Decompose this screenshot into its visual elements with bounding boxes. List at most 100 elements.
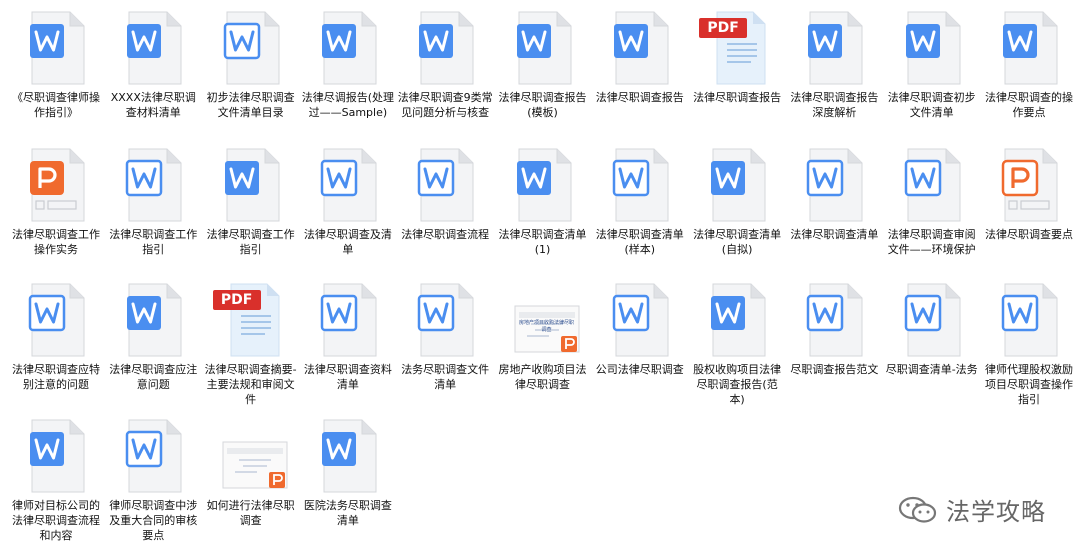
- file-grid: 《尽职调查律师操作指引》 XXXX法律尽职调查材料清单 初步法律尽职调查文件清单…: [0, 0, 1080, 555]
- wps-writer-outline-icon: [804, 147, 864, 223]
- file-item[interactable]: 法律尽职调查工作操作实务: [8, 147, 104, 287]
- wps-writer-icon: [123, 10, 183, 86]
- wps-writer-icon: [26, 418, 86, 494]
- file-item[interactable]: 律师代理股权激励项目尽职调查操作指引: [981, 282, 1077, 422]
- file-label: 法律尽职调查摘要-主要法规和审阅文件: [204, 363, 297, 406]
- file-item[interactable]: PDF 法律尽职调查报告: [689, 10, 785, 150]
- file-item[interactable]: 法律尽职调查应特别注意的问题: [8, 282, 104, 422]
- pdf-icon: PDF: [212, 282, 281, 358]
- file-item[interactable]: 法律尽职调查流程: [397, 147, 493, 287]
- wps-writer-outline-icon: [902, 147, 962, 223]
- wps-writer-outline-icon: [610, 147, 670, 223]
- wps-writer-icon: [415, 10, 475, 86]
- wps-writer-outline-icon: [123, 418, 183, 494]
- file-item[interactable]: 律师尽职调查中涉及重大合同的审核要点: [105, 418, 201, 558]
- wps-writer-outline-icon: [26, 282, 86, 358]
- file-label: 律师尽职调查中涉及重大合同的审核要点: [109, 499, 198, 542]
- file-item[interactable]: XXXX法律尽职调查材料清单: [105, 10, 201, 150]
- pdf-icon: PDF: [699, 10, 767, 86]
- wps-writer-outline-icon: [415, 282, 475, 358]
- wps-writer-icon: [610, 10, 670, 86]
- file-label: 法律尽职调查要点: [985, 228, 1073, 241]
- watermark: 法学攻略: [898, 492, 1046, 527]
- wps-writer-icon: [707, 147, 767, 223]
- file-item[interactable]: 公司法律尽职调查: [592, 282, 688, 422]
- file-label: 如何进行法律尽职调查: [206, 499, 295, 527]
- file-label: 法律尽职调查及清单: [303, 228, 392, 256]
- file-label: 医院法务尽职调查清单: [303, 499, 392, 527]
- file-label: 法律尽职调查工作指引: [206, 228, 295, 256]
- wps-writer-outline-icon: [221, 10, 281, 86]
- file-item[interactable]: 法律尽职调查清单(样本): [592, 147, 688, 287]
- wps-writer-outline-icon: [318, 147, 378, 223]
- wps-writer-outline-icon: [415, 147, 475, 223]
- file-item[interactable]: 法律尽职调查清单: [786, 147, 882, 287]
- ppt-thumbnail-icon: [221, 418, 288, 494]
- file-label: 法律尽职调查的操作要点: [985, 91, 1073, 119]
- wps-writer-icon: [804, 10, 864, 86]
- wps-writer-icon: [902, 10, 962, 86]
- file-item[interactable]: 法律尽职调查的操作要点: [981, 10, 1077, 150]
- wps-writer-icon: [26, 10, 86, 86]
- file-label: 尽职调查报告范文: [790, 363, 879, 376]
- file-item[interactable]: 法律尽职调查要点: [981, 147, 1077, 287]
- file-label: 法律尽职调查清单(1): [498, 228, 587, 256]
- file-item[interactable]: 尽职调查清单-法务: [884, 282, 980, 422]
- file-item[interactable]: 法律尽职调查工作指引: [105, 147, 201, 287]
- file-label: 尽职调查清单-法务: [885, 363, 978, 376]
- file-item[interactable]: 法律尽职调查应注意问题: [105, 282, 201, 422]
- file-item[interactable]: 法律尽职调查清单(自拟): [689, 147, 785, 287]
- file-label: 初步法律尽职调查文件清单目录: [206, 91, 295, 119]
- file-item[interactable]: 股权收购项目法律尽职调查报告(范本): [689, 282, 785, 422]
- wps-writer-icon: [123, 282, 183, 358]
- file-label: 《尽职调查律师操作指引》: [12, 91, 100, 119]
- pdf-badge: PDF: [699, 18, 748, 38]
- wps-writer-outline-icon: [902, 282, 962, 358]
- file-item[interactable]: 法律尽调报告(处理过——Sample): [300, 10, 396, 150]
- file-item[interactable]: 法律尽职调查9类常见问题分析与核查: [397, 10, 493, 150]
- file-item[interactable]: 如何进行法律尽职调查: [203, 418, 299, 558]
- file-label: 法律尽职调查清单: [790, 228, 879, 241]
- file-label: 股权收购项目法律尽职调查报告(范本): [693, 363, 782, 406]
- file-label: 法务尽职调查文件清单: [401, 363, 490, 391]
- file-item[interactable]: 法务尽职调查文件清单: [397, 282, 493, 422]
- file-label: 法律尽职调查报告: [595, 91, 684, 104]
- file-item[interactable]: 法律尽职调查清单(1): [495, 147, 591, 287]
- watermark-text: 法学攻略: [946, 498, 1046, 526]
- file-label: 法律尽职调查流程: [401, 228, 490, 241]
- file-item[interactable]: 医院法务尽职调查清单: [300, 418, 396, 558]
- wps-writer-icon: [513, 10, 573, 86]
- file-item[interactable]: 初步法律尽职调查文件清单目录: [203, 10, 299, 150]
- file-item[interactable]: PDF 法律尽职调查摘要-主要法规和审阅文件: [203, 282, 299, 422]
- file-item[interactable]: 法律尽职调查及清单: [300, 147, 396, 287]
- file-label: 房地产收购项目法律尽职调查: [498, 363, 587, 391]
- file-label: 法律尽职调查清单(样本): [595, 228, 684, 256]
- file-item[interactable]: 法律尽职调查报告(模板): [495, 10, 591, 150]
- file-item[interactable]: 法律尽职调查资料清单: [300, 282, 396, 422]
- file-label: 法律尽调报告(处理过——Sample): [301, 91, 395, 119]
- file-label: 律师对目标公司的法律尽职调查流程和内容: [12, 499, 100, 542]
- file-item[interactable]: 尽职调查报告范文: [786, 282, 882, 422]
- file-label: 法律尽职调查9类常见问题分析与核查: [397, 91, 493, 119]
- file-item[interactable]: 法律尽职调查审阅文件——环境保护: [884, 147, 980, 287]
- file-item[interactable]: 《尽职调查律师操作指引》: [8, 10, 104, 150]
- file-item[interactable]: 法律尽职调查工作指引: [203, 147, 299, 287]
- thumbnail-title: 房地产项目收购法律尽职调查: [518, 320, 574, 333]
- file-item[interactable]: 律师对目标公司的法律尽职调查流程和内容: [8, 418, 104, 558]
- file-label: 法律尽职调查初步文件清单: [887, 91, 976, 119]
- wps-writer-outline-icon: [123, 147, 183, 223]
- file-label: 法律尽职调查工作指引: [109, 228, 198, 256]
- wps-writer-icon: [221, 147, 281, 223]
- wps-writer-icon: [513, 147, 573, 223]
- file-item[interactable]: 法律尽职调查报告深度解析: [786, 10, 882, 150]
- wechat-icon: [898, 495, 938, 525]
- file-item[interactable]: 法律尽职调查初步文件清单: [884, 10, 980, 150]
- file-label: 法律尽职调查应特别注意的问题: [12, 363, 100, 391]
- pdf-badge: PDF: [212, 290, 261, 310]
- wps-writer-icon: [318, 10, 378, 86]
- file-item[interactable]: 房地产项目收购法律尽职调查房地产收购项目法律尽职调查: [495, 282, 591, 422]
- wps-writer-icon: [707, 282, 767, 358]
- file-label: 法律尽职调查报告深度解析: [790, 91, 879, 119]
- file-item[interactable]: 法律尽职调查报告: [592, 10, 688, 150]
- wps-writer-outline-icon: [804, 282, 864, 358]
